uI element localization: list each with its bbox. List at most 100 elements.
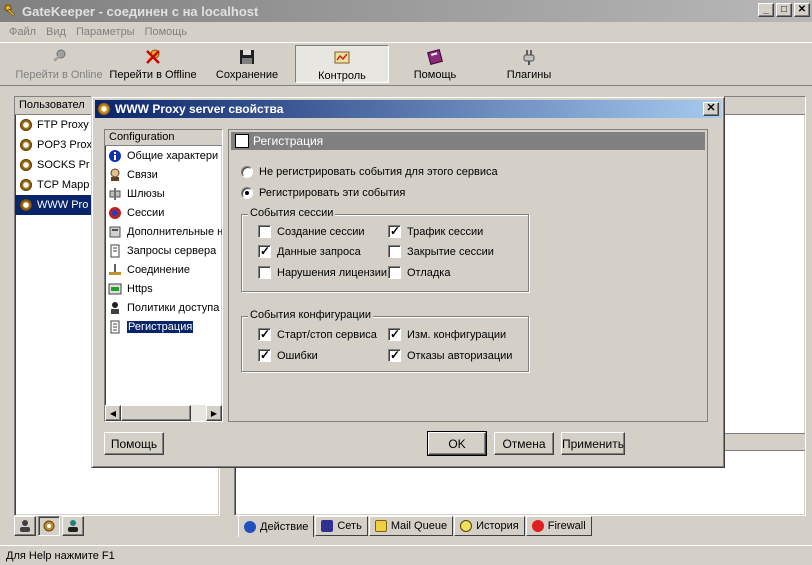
gear-icon bbox=[19, 138, 33, 152]
group-label: События конфигурации bbox=[248, 309, 373, 321]
configuration-tree: Configuration Общие характери Связи Шлюз… bbox=[104, 129, 223, 422]
tree-item-logging[interactable]: Регистрация bbox=[105, 317, 222, 336]
tree-item-label: Связи bbox=[127, 168, 158, 181]
checkbox-session-close[interactable]: Закрытие сессии bbox=[388, 245, 494, 258]
tree-item-gateways[interactable]: Шлюзы bbox=[105, 184, 222, 203]
checkbox-config-change[interactable]: Изм. конфигурации bbox=[388, 327, 506, 341]
list-item-label: TCP Mapp bbox=[37, 179, 90, 191]
save-label: Сохранение bbox=[215, 69, 279, 81]
gear-icon bbox=[43, 520, 55, 532]
scroll-track[interactable] bbox=[191, 405, 206, 421]
tab-mail-queue[interactable]: Mail Queue bbox=[368, 516, 454, 536]
tab-history[interactable]: История bbox=[454, 516, 525, 536]
tree-item-connection[interactable]: Соединение bbox=[105, 260, 222, 279]
main-titlebar: GateKeeper - соединен с на localhost _ □… bbox=[0, 0, 812, 22]
tree-item-advanced[interactable]: Дополнительные н bbox=[105, 222, 222, 241]
checkbox-label: Отладка bbox=[407, 266, 451, 279]
info-icon bbox=[109, 149, 121, 162]
go-online-button[interactable]: Перейти в Online bbox=[14, 45, 104, 83]
ok-button[interactable]: OK bbox=[427, 431, 487, 456]
checkbox-box bbox=[258, 225, 271, 238]
checkbox-service-startstop[interactable]: Старт/стоп сервиса bbox=[258, 327, 377, 341]
tree-item-sessions[interactable]: Сессии bbox=[105, 203, 222, 222]
tree-item-server-requests[interactable]: Запросы сервера bbox=[105, 241, 222, 260]
action-icon bbox=[244, 520, 256, 533]
tree-item-label: Https bbox=[127, 282, 153, 295]
checkbox-session-traffic[interactable]: Трафик сессии bbox=[388, 224, 484, 238]
document-icon bbox=[235, 134, 249, 148]
menu-file[interactable]: Файл bbox=[4, 26, 41, 38]
maximize-button[interactable]: □ bbox=[776, 3, 792, 17]
properties-dialog: WWW Proxy server свойства ✕ Configuratio… bbox=[91, 96, 725, 468]
cancel-button[interactable]: Отмена bbox=[494, 432, 554, 455]
dialog-titlebar: WWW Proxy server свойства ✕ bbox=[95, 100, 721, 118]
tree-item-access-policies[interactable]: Политики доступа bbox=[105, 298, 222, 317]
checkbox-box bbox=[388, 266, 401, 279]
checkbox-box bbox=[388, 348, 401, 362]
scroll-thumb[interactable] bbox=[121, 405, 191, 421]
tree-item-bindings[interactable]: Связи bbox=[105, 165, 222, 184]
tab-network[interactable]: Сеть bbox=[315, 516, 368, 536]
control-label: Контроль bbox=[318, 70, 366, 82]
session-events-group: События сессии Создание сессии Трафик се… bbox=[241, 207, 529, 292]
tab-label: Действие bbox=[260, 520, 309, 533]
document-icon bbox=[110, 244, 120, 257]
checkbox-license-violations[interactable]: Нарушения лицензии bbox=[258, 266, 387, 279]
checkbox-session-create[interactable]: Создание сессии bbox=[258, 225, 365, 238]
tree-item-general[interactable]: Общие характери bbox=[105, 146, 222, 165]
tree-header: Configuration bbox=[105, 130, 222, 146]
book-icon bbox=[427, 49, 443, 65]
advanced-icon bbox=[109, 226, 121, 237]
checkbox-box bbox=[388, 224, 401, 238]
person-icon bbox=[110, 168, 120, 181]
menu-view[interactable]: Вид bbox=[41, 26, 71, 38]
radio-circle bbox=[241, 166, 253, 178]
list-item-label: POP3 Prox bbox=[37, 139, 93, 151]
gateway-icon bbox=[109, 187, 121, 200]
tab-action[interactable]: Действие bbox=[238, 515, 315, 537]
tree-item-https[interactable]: Https bbox=[105, 279, 222, 298]
plugins-label: Плагины bbox=[506, 69, 552, 81]
network-icon bbox=[321, 520, 334, 532]
tree-hscrollbar[interactable]: ◀ ▶ bbox=[105, 405, 222, 421]
status-bar: Для Help нажмите F1 bbox=[0, 545, 812, 565]
checkbox-label: Трафик сессии bbox=[407, 225, 484, 238]
checkbox-errors[interactable]: Ошибки bbox=[258, 348, 318, 362]
radio-no-logging[interactable]: Не регистрировать события для этого серв… bbox=[241, 166, 498, 178]
radio-log-events[interactable]: Регистрировать эти события bbox=[241, 187, 405, 199]
radio-label: Регистрировать эти события bbox=[259, 187, 406, 199]
dialog-close-button[interactable]: ✕ bbox=[703, 102, 719, 116]
checkbox-debug[interactable]: Отладка bbox=[388, 266, 450, 279]
tab-firewall[interactable]: Firewall bbox=[525, 516, 592, 536]
dialog-help-button[interactable]: Помощь bbox=[104, 432, 164, 455]
plug-icon bbox=[523, 50, 535, 65]
save-button[interactable]: Сохранение bbox=[206, 45, 288, 83]
menu-help[interactable]: Помощь bbox=[140, 26, 193, 38]
users-view-tab[interactable] bbox=[14, 516, 36, 536]
go-offline-button[interactable]: Перейти в Offline bbox=[106, 45, 200, 83]
gear-icon bbox=[19, 178, 33, 192]
plugins-button[interactable]: Плагины bbox=[486, 45, 572, 83]
help-button[interactable]: Помощь bbox=[392, 45, 478, 83]
close-button[interactable]: ✕ bbox=[794, 3, 810, 17]
services-view-tab[interactable] bbox=[38, 516, 60, 536]
apply-button[interactable]: Применить bbox=[561, 432, 625, 455]
envelope-icon bbox=[374, 520, 387, 532]
dialog-title: WWW Proxy server свойства bbox=[115, 102, 284, 116]
https-icon bbox=[108, 283, 122, 294]
floppy-icon bbox=[240, 50, 254, 64]
users-icon bbox=[20, 520, 30, 532]
radio-circle bbox=[241, 187, 253, 199]
checkbox-auth-failures[interactable]: Отказы авторизации bbox=[388, 348, 512, 362]
menu-settings[interactable]: Параметры bbox=[71, 26, 140, 38]
checkbox-box bbox=[258, 348, 271, 362]
checkbox-request-data[interactable]: Данные запроса bbox=[258, 244, 361, 258]
window-title: GateKeeper - соединен с на localhost bbox=[22, 3, 259, 19]
scroll-left-button[interactable]: ◀ bbox=[105, 405, 121, 421]
tree-item-label: Запросы сервера bbox=[127, 244, 217, 257]
minimize-button[interactable]: _ bbox=[758, 3, 774, 17]
user-view-tab[interactable] bbox=[62, 516, 84, 536]
scroll-right-button[interactable]: ▶ bbox=[206, 405, 222, 421]
tree-item-label: Дополнительные н bbox=[127, 225, 223, 238]
control-button[interactable]: Контроль bbox=[295, 45, 389, 83]
